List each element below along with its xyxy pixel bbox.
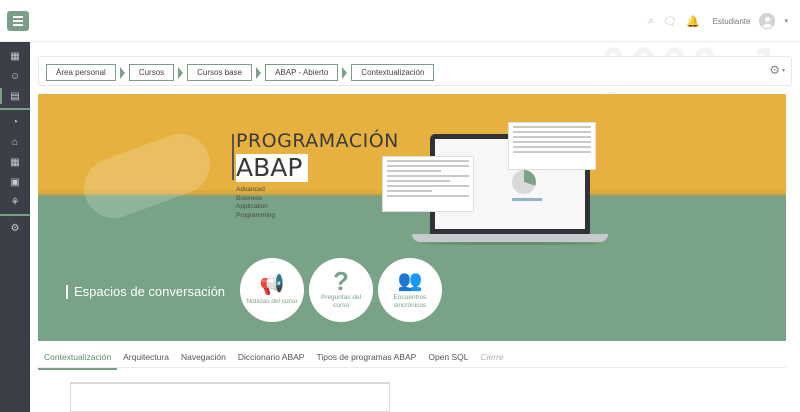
breadcrumb-item-area-personal[interactable]: Área personal (46, 64, 116, 81)
left-sidebar: ▦ ☺ ▤ ◔ ⌂ ▦ ▣ ⚘ ⚙ (0, 42, 30, 412)
top-navbar: ⌕ 🗨 🔔 Estudiante ▾ (0, 0, 800, 42)
breadcrumb-panel: Área personal Cursos Cursos base ABAP - … (38, 56, 792, 86)
banner-title-block: PROGRAMACIÓN ABAP Advanced Business Appl… (232, 130, 399, 220)
banner-acronym: Advanced Business Application Programmin… (236, 186, 276, 219)
pie-chart-illustration (512, 170, 536, 194)
grid-icon[interactable]: ▦ (0, 46, 30, 66)
megaphone-icon: 📢 (259, 274, 285, 296)
chevron-right-icon (178, 66, 184, 79)
bell-icon[interactable]: 🔔 (686, 15, 700, 28)
user-name[interactable]: Estudiante (713, 17, 751, 26)
course-banner: PROGRAMACIÓN ABAP Advanced Business Appl… (38, 94, 786, 341)
user-icon[interactable]: ☺ (0, 66, 30, 86)
breadcrumb: Área personal Cursos Cursos base ABAP - … (46, 64, 435, 81)
breadcrumb-item-cursos-base[interactable]: Cursos base (187, 64, 253, 81)
breadcrumb-item-cursos[interactable]: Cursos (128, 64, 175, 81)
user-menu-caret[interactable]: ▾ (784, 17, 788, 25)
table-document-illustration (508, 122, 596, 170)
section-content-box (70, 382, 390, 412)
course-news-label: Noticias del curso (246, 298, 298, 305)
table-icon[interactable]: ▤ (0, 86, 30, 106)
conversation-spaces-heading: Espacios de conversación (66, 284, 225, 299)
avatar[interactable] (759, 13, 776, 29)
synchronous-meetings-label: Encuentros sincrónicos (393, 294, 427, 309)
files-icon[interactable]: ▣ (0, 172, 30, 192)
hamburger-icon (13, 16, 23, 18)
graduation-cap-icon[interactable]: ⚘ (0, 192, 30, 212)
chevron-right-icon (119, 66, 125, 79)
gear-icon: ⚙ (769, 63, 780, 77)
sidebar-divider (0, 214, 30, 216)
dashboard-icon[interactable]: ◔ (0, 112, 30, 132)
report-document-illustration (382, 156, 474, 212)
course-questions-label: Preguntas del curso (320, 294, 362, 309)
chat-icon[interactable]: 🗨 (663, 15, 677, 28)
chevron-right-icon (256, 66, 262, 79)
breadcrumb-item-abap-abierto[interactable]: ABAP - Abierto (265, 64, 339, 81)
chevron-down-icon: ▾ (781, 67, 785, 74)
sidebar-divider (0, 108, 30, 110)
breadcrumb-item-contextualizacion[interactable]: Contextualización (351, 64, 435, 81)
synchronous-meetings-link[interactable]: 👥 Encuentros sincrónicos (378, 258, 442, 322)
course-questions-link[interactable]: ? Preguntas del curso (309, 258, 373, 322)
course-settings-menu[interactable]: ⚙ ▾ (769, 63, 785, 77)
question-icon: ? (333, 266, 349, 296)
search-icon[interactable]: ⌕ (648, 15, 654, 28)
meeting-icon: 👥 (397, 270, 423, 292)
tabs-divider (38, 367, 786, 368)
banner-subtitle: ABAP (236, 154, 309, 182)
settings-icon[interactable]: ⚙ (0, 218, 30, 238)
banner-title: PROGRAMACIÓN (236, 130, 399, 152)
user-navigation: ⌕ 🗨 🔔 Estudiante ▾ (648, 10, 788, 32)
chevron-right-icon (342, 66, 348, 79)
hamburger-menu-button[interactable] (7, 11, 29, 31)
home-icon[interactable]: ⌂ (0, 132, 30, 152)
course-news-link[interactable]: 📢 Noticias del curso (240, 258, 304, 322)
calendar-icon[interactable]: ▦ (0, 152, 30, 172)
